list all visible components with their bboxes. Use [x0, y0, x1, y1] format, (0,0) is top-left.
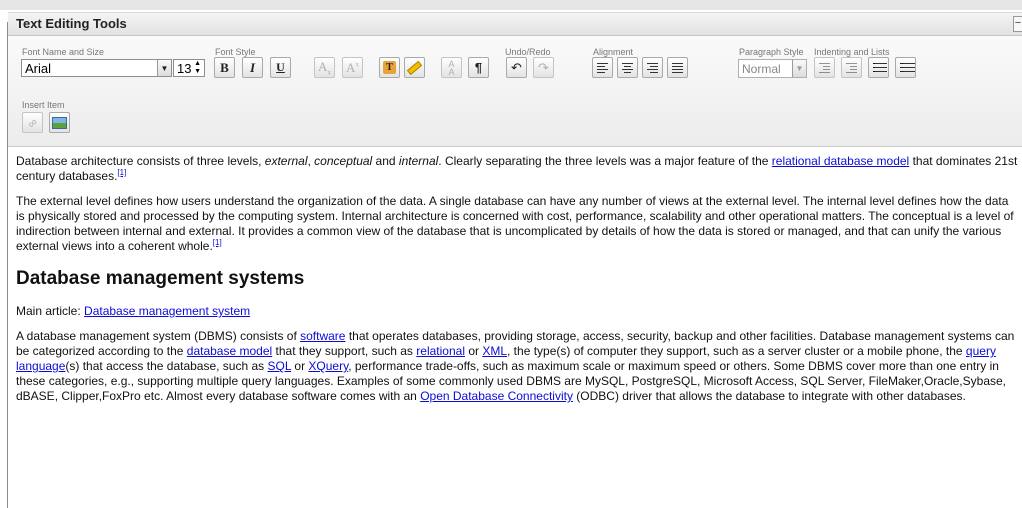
- pilcrow-icon: ¶: [474, 60, 483, 75]
- bold-icon: B: [220, 59, 229, 75]
- xml-link[interactable]: XML: [482, 344, 507, 358]
- insert-group-label: Insert Item: [22, 100, 65, 110]
- paragraph-2: The external level defines how users und…: [16, 194, 1014, 253]
- para-group-label: Paragraph Style: [739, 47, 804, 57]
- font-group-label: Font Name and Size: [22, 47, 105, 57]
- text-editor-panel: Text Editing Tools − Font Name and Size …: [8, 12, 1022, 508]
- sql-link[interactable]: SQL: [268, 359, 292, 373]
- justify-button[interactable]: [667, 57, 688, 78]
- indent-icon: [846, 62, 857, 73]
- subscript-icon: Ax: [318, 58, 331, 77]
- highlight-icon: [406, 60, 423, 75]
- insert-link-button[interactable]: ∞: [22, 112, 43, 133]
- bullet-list-button[interactable]: [868, 57, 889, 78]
- underline-icon: U: [276, 60, 285, 74]
- spin-arrows-icon[interactable]: ▲ ▼: [194, 60, 201, 76]
- undo-button[interactable]: ↶: [506, 57, 527, 78]
- outdent-icon: [819, 62, 830, 73]
- numbered-list-icon: [899, 63, 915, 72]
- underline-button[interactable]: U: [270, 57, 291, 78]
- align-group-label: Alignment: [593, 47, 634, 57]
- toolbar: Font Name and Size Arial ▼ 13 ▲ ▼ Font St…: [8, 36, 1022, 147]
- paragraph-3: A database management system (DBMS) cons…: [16, 329, 1015, 403]
- indent-group-label: Indenting and Lists: [814, 47, 890, 57]
- section-heading: Database management systems: [16, 268, 305, 289]
- paragraph-1: Database architecture consists of three …: [16, 154, 1018, 183]
- xquery-link[interactable]: XQuery: [308, 359, 348, 373]
- font-size-icon: AA: [448, 58, 455, 77]
- subscript-button[interactable]: Ax: [314, 57, 335, 78]
- panel-title: Text Editing Tools: [16, 16, 127, 31]
- redo-button[interactable]: ↷: [533, 57, 554, 78]
- link-icon: ∞: [24, 114, 41, 131]
- align-right-button[interactable]: [642, 57, 663, 78]
- redo-icon: ↷: [538, 59, 549, 75]
- font-size-stepper[interactable]: 13 ▲ ▼: [173, 59, 205, 77]
- document-body[interactable]: Database architecture consists of three …: [16, 154, 1020, 414]
- superscript-icon: Ax: [346, 59, 359, 75]
- text-color-button[interactable]: T: [379, 57, 400, 78]
- italic-button[interactable]: I: [242, 57, 263, 78]
- paragraph-style-value: Normal: [742, 62, 781, 76]
- panel-titlebar: Text Editing Tools −: [8, 12, 1022, 36]
- align-left-button[interactable]: [592, 57, 613, 78]
- outdent-button[interactable]: [814, 57, 835, 78]
- chevron-down-icon: ▼: [157, 60, 171, 76]
- undo-group-label: Undo/Redo: [505, 47, 551, 57]
- software-link[interactable]: software: [300, 329, 345, 343]
- align-center-icon: [622, 62, 633, 73]
- font-size-button[interactable]: AA: [441, 57, 462, 78]
- reference-link[interactable]: [1]: [213, 238, 222, 247]
- paragraph-style-select[interactable]: Normal ▼: [738, 59, 807, 78]
- superscript-button[interactable]: Ax: [342, 57, 363, 78]
- text-color-icon: T: [383, 61, 396, 74]
- font-name-value: Arial: [25, 61, 52, 76]
- justify-icon: [672, 62, 683, 73]
- database-model-link[interactable]: database model: [187, 344, 272, 358]
- relational-database-model-link[interactable]: relational database model: [772, 154, 909, 168]
- align-right-icon: [647, 62, 658, 73]
- dbms-article-link[interactable]: Database management system: [84, 304, 250, 318]
- bold-button[interactable]: B: [214, 57, 235, 78]
- collapse-button[interactable]: −: [1013, 16, 1022, 32]
- indent-button[interactable]: [841, 57, 862, 78]
- bullet-list-icon: [872, 63, 887, 72]
- style-group-label: Font Style: [215, 47, 256, 57]
- reference-link[interactable]: [1]: [117, 168, 126, 177]
- window-top-strip: [0, 0, 1022, 10]
- pilcrow-button[interactable]: ¶: [468, 57, 489, 78]
- image-icon: [52, 116, 67, 129]
- align-left-icon: [597, 62, 608, 73]
- align-center-button[interactable]: [617, 57, 638, 78]
- numbered-list-button[interactable]: [895, 57, 916, 78]
- main-article-note: Main article: Database management system: [16, 304, 251, 318]
- relational-link[interactable]: relational: [416, 344, 465, 358]
- chevron-down-icon: ▼: [792, 60, 806, 77]
- undo-icon: ↶: [511, 59, 522, 75]
- font-size-value: 13: [177, 61, 192, 76]
- highlight-button[interactable]: [404, 57, 425, 78]
- italic-icon: I: [249, 59, 256, 75]
- insert-image-button[interactable]: [49, 112, 70, 133]
- odbc-link[interactable]: Open Database Connectivity: [420, 389, 573, 403]
- font-name-select[interactable]: Arial ▼: [21, 59, 172, 77]
